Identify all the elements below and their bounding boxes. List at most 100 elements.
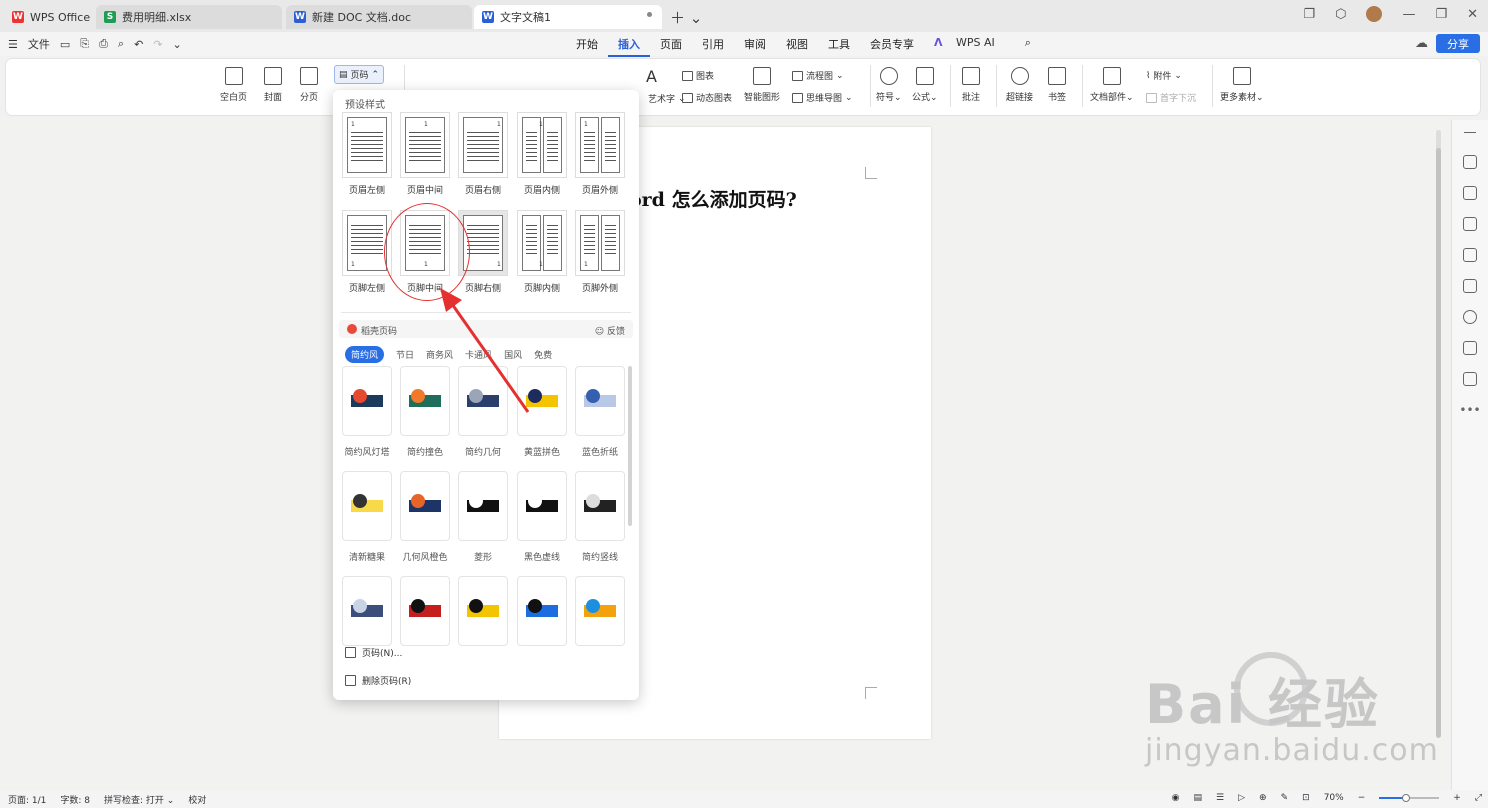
zoom-out-icon[interactable]: − [1358, 793, 1366, 803]
page-view-icon[interactable]: ▤ [1194, 793, 1203, 803]
play-icon[interactable]: ▷ [1238, 793, 1245, 803]
page-number-button[interactable]: ▤ 页码 ⌃ [334, 65, 385, 84]
hamburger-icon[interactable]: ☰ [8, 38, 18, 51]
page-number-template[interactable] [516, 576, 568, 655]
vertical-scrollbar[interactable] [1436, 130, 1441, 738]
feedback-button[interactable]: ☺ 反馈 [595, 324, 625, 337]
filter-4[interactable]: 卡通风 [465, 348, 492, 361]
page-number-template[interactable]: 简约竖线 [574, 471, 626, 563]
wps-ai-button[interactable]: Λ WPS AI [924, 36, 1015, 57]
image-edit-icon[interactable] [1463, 248, 1477, 262]
more-icon[interactable]: ••• [1452, 403, 1488, 417]
tab-wps-office[interactable]: W WPS Office [4, 5, 92, 29]
save-icon[interactable]: ▭ [60, 38, 70, 51]
page-number-template[interactable] [399, 576, 451, 655]
mindmap-button[interactable]: 思维导图 ⌄ [792, 91, 853, 104]
comment-button[interactable]: 批注 [962, 67, 980, 103]
spellcheck-toggle[interactable]: 拼写检查: 打开 ⌄ [104, 793, 174, 806]
menu-page[interactable]: 页面 [650, 36, 692, 57]
page-number-command[interactable]: 页码(N)... [345, 646, 402, 659]
attachment-button[interactable]: ⌇ 附件 ⌄ [1146, 69, 1182, 83]
print-icon[interactable]: ⎙ [99, 37, 108, 51]
footer-style-4[interactable]: 1 页脚内侧 [516, 210, 568, 294]
zoom-slider[interactable] [1379, 794, 1440, 802]
filter-3[interactable]: 商务风 [426, 348, 453, 361]
page-break-button[interactable]: 分页 [300, 67, 318, 103]
page-number-template[interactable]: 清新糖果 [341, 471, 393, 563]
header-style-1[interactable]: 1 页眉左侧 [341, 112, 393, 196]
delete-page-number-command[interactable]: 删除页码(R) [345, 674, 411, 687]
page-number-template[interactable] [457, 576, 509, 655]
cube-icon[interactable]: ⬡ [1335, 7, 1346, 22]
more-material-button[interactable]: 更多素材⌄ [1220, 67, 1264, 103]
header-style-3[interactable]: 1 页眉右侧 [457, 112, 509, 196]
filter-1[interactable]: 简约风 [345, 346, 385, 363]
cover-button[interactable]: 封面 [264, 67, 282, 103]
doc-parts-button[interactable]: 文档部件⌄ [1090, 67, 1134, 103]
web-view-icon[interactable]: ⊕ [1259, 793, 1267, 803]
menu-tools[interactable]: 工具 [818, 36, 860, 57]
share-button[interactable]: 分享 [1436, 34, 1480, 53]
cloud-icon[interactable]: ☁ [1415, 36, 1428, 51]
page-number-template[interactable]: 蓝色折纸 [574, 366, 626, 458]
page-number-template[interactable]: 几何风橙色 [399, 471, 451, 563]
fit-icon[interactable]: ⊡ [1302, 793, 1310, 803]
blank-page-button[interactable]: 空白页 [220, 67, 247, 103]
eye-icon[interactable]: ◉ [1172, 793, 1180, 803]
menu-start[interactable]: 开始 [566, 36, 608, 57]
export-icon[interactable]: ⎘ [80, 37, 89, 51]
help-icon[interactable] [1463, 310, 1477, 324]
undo-icon[interactable]: ↶ [134, 38, 143, 51]
page-number-template[interactable]: 黑色虚线 [516, 471, 568, 563]
menu-review[interactable]: 审阅 [734, 36, 776, 57]
tools-icon[interactable] [1463, 279, 1477, 293]
redo-icon[interactable]: ↷ [153, 38, 162, 51]
cursor-icon[interactable] [1463, 186, 1477, 200]
bookmark-button[interactable]: 书签 [1048, 67, 1066, 103]
art-text-button[interactable]: 艺术字 ⌄ [648, 92, 686, 106]
flowchart-button[interactable]: 流程图 ⌄ [792, 69, 844, 82]
fullscreen-icon[interactable]: ⤢ [1475, 793, 1482, 803]
pen-mode-icon[interactable]: ✎ [1281, 793, 1289, 803]
tab-current-doc[interactable]: W 文字文稿1 [474, 5, 662, 29]
menu-references[interactable]: 引用 [692, 36, 734, 57]
footer-style-5[interactable]: 1 页脚外侧 [574, 210, 626, 294]
page-number-template[interactable]: 简约撞色 [399, 366, 451, 458]
window-tile-icon[interactable]: ❐ [1303, 7, 1315, 22]
dynamic-chart-button[interactable]: 动态图表 [682, 91, 732, 104]
page-number-template[interactable]: 黄蓝拼色 [516, 366, 568, 458]
header-style-2[interactable]: 1 页眉中间 [399, 112, 451, 196]
sync-icon[interactable] [1463, 372, 1477, 386]
panel-scrollbar[interactable] [628, 366, 632, 526]
page-number-template[interactable]: 简约风灯塔 [341, 366, 393, 458]
avatar[interactable] [1366, 6, 1383, 22]
page-number-template[interactable]: 简约几何 [457, 366, 509, 458]
filter-6[interactable]: 免费 [534, 348, 552, 361]
page-number-template[interactable] [341, 576, 393, 655]
header-style-4[interactable]: 1 页眉内侧 [516, 112, 568, 196]
smart-shape-button[interactable]: 智能图形 [744, 67, 780, 103]
shirt-icon[interactable] [1463, 341, 1477, 355]
word-count[interactable]: 字数: 8 [60, 793, 90, 806]
file-menu[interactable]: 文件 [28, 36, 50, 52]
collapse-icon[interactable] [1464, 132, 1476, 133]
zoom-in-icon[interactable]: + [1453, 793, 1461, 803]
minimize-icon[interactable]: — [1402, 7, 1415, 22]
search-icon[interactable]: ⌕ [1015, 36, 1041, 57]
chevron-down-icon[interactable]: ⌄ [173, 38, 182, 51]
zoom-level[interactable]: 70% [1324, 793, 1344, 803]
unsaved-dot-icon[interactable] [647, 12, 652, 17]
new-tab-button[interactable]: ＋ ⌄ [670, 7, 702, 28]
pen-icon[interactable] [1463, 155, 1477, 169]
menu-membership[interactable]: 会员专享 [860, 36, 924, 57]
filter-5[interactable]: 国风 [504, 348, 522, 361]
hyperlink-button[interactable]: 超链接 [1006, 67, 1033, 103]
page-number-template[interactable] [574, 576, 626, 655]
adjust-icon[interactable] [1463, 217, 1477, 231]
document-title[interactable]: ord 怎么添加页码? [629, 185, 797, 212]
symbol-button[interactable]: 符号⌄ [876, 67, 902, 103]
page-indicator[interactable]: 页面: 1/1 [8, 793, 46, 806]
restore-icon[interactable]: ❐ [1435, 7, 1447, 22]
page-number-template[interactable]: 菱形 [457, 471, 509, 563]
filter-2[interactable]: 节日 [396, 348, 414, 361]
